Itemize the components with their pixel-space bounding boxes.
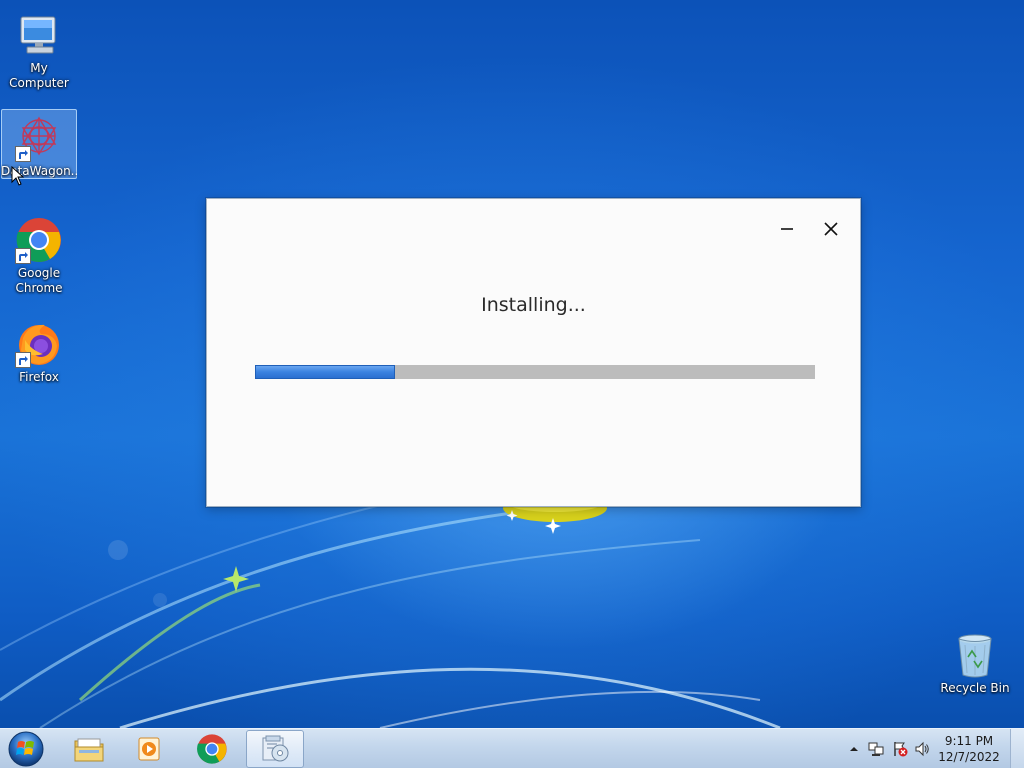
system-tray: 9:11 PM 12/7/2022 [844,729,1024,768]
install-progress-fill [255,365,395,379]
desktop-icon-firefox[interactable]: Firefox [1,315,77,386]
desktop-icon-label: My Computer [9,61,69,90]
chrome-icon [15,216,63,264]
taskbar-google-chrome[interactable] [183,730,241,768]
installer-icon [262,735,289,762]
install-progress-bar [255,365,815,379]
chrome-icon [197,734,227,764]
taskbar-installer[interactable] [246,730,304,768]
computer-icon [15,11,63,59]
close-icon [824,222,838,236]
action-center-flag-icon[interactable] [892,741,908,757]
installer-dialog: Installing... [206,198,861,507]
network-icon[interactable] [868,741,884,757]
show-hidden-icons-arrow[interactable] [846,741,862,757]
taskbar-media-player[interactable] [120,730,178,768]
close-button[interactable] [817,215,845,243]
desktop-icon-recycle-bin[interactable]: Recycle Bin [937,626,1013,697]
desktop-icon-my-computer[interactable]: My Computer [1,6,77,92]
clock-date: 12/7/2022 [938,750,1000,764]
volume-icon[interactable] [914,741,930,757]
show-desktop-button[interactable] [1010,729,1024,768]
mouse-cursor-icon [11,166,25,186]
minimize-button[interactable] [773,215,801,243]
desktop-icon-label: Recycle Bin [940,681,1010,695]
recycle-bin-icon [951,631,999,679]
folder-icon [74,738,104,762]
minimize-icon [781,228,793,230]
installing-status-text: Installing... [481,294,586,316]
shortcut-arrow-icon [15,146,31,162]
taskbar: 9:11 PM 12/7/2022 [0,728,1024,768]
clock[interactable]: 9:11 PM 12/7/2022 [934,733,1004,765]
datawagon-icon [15,114,63,162]
shortcut-arrow-icon [15,352,31,368]
media-player-icon [138,737,160,761]
windows-start-icon [8,731,44,767]
shortcut-arrow-icon [15,248,31,264]
clock-time: 9:11 PM [944,734,994,748]
desktop-icon-google-chrome[interactable]: Google Chrome [1,211,77,297]
taskbar-file-explorer[interactable] [60,730,118,768]
desktop-icon-label: Firefox [19,370,59,384]
firefox-icon [15,320,63,368]
desktop-icon-label: Google Chrome [15,266,63,295]
start-button[interactable] [4,730,48,768]
